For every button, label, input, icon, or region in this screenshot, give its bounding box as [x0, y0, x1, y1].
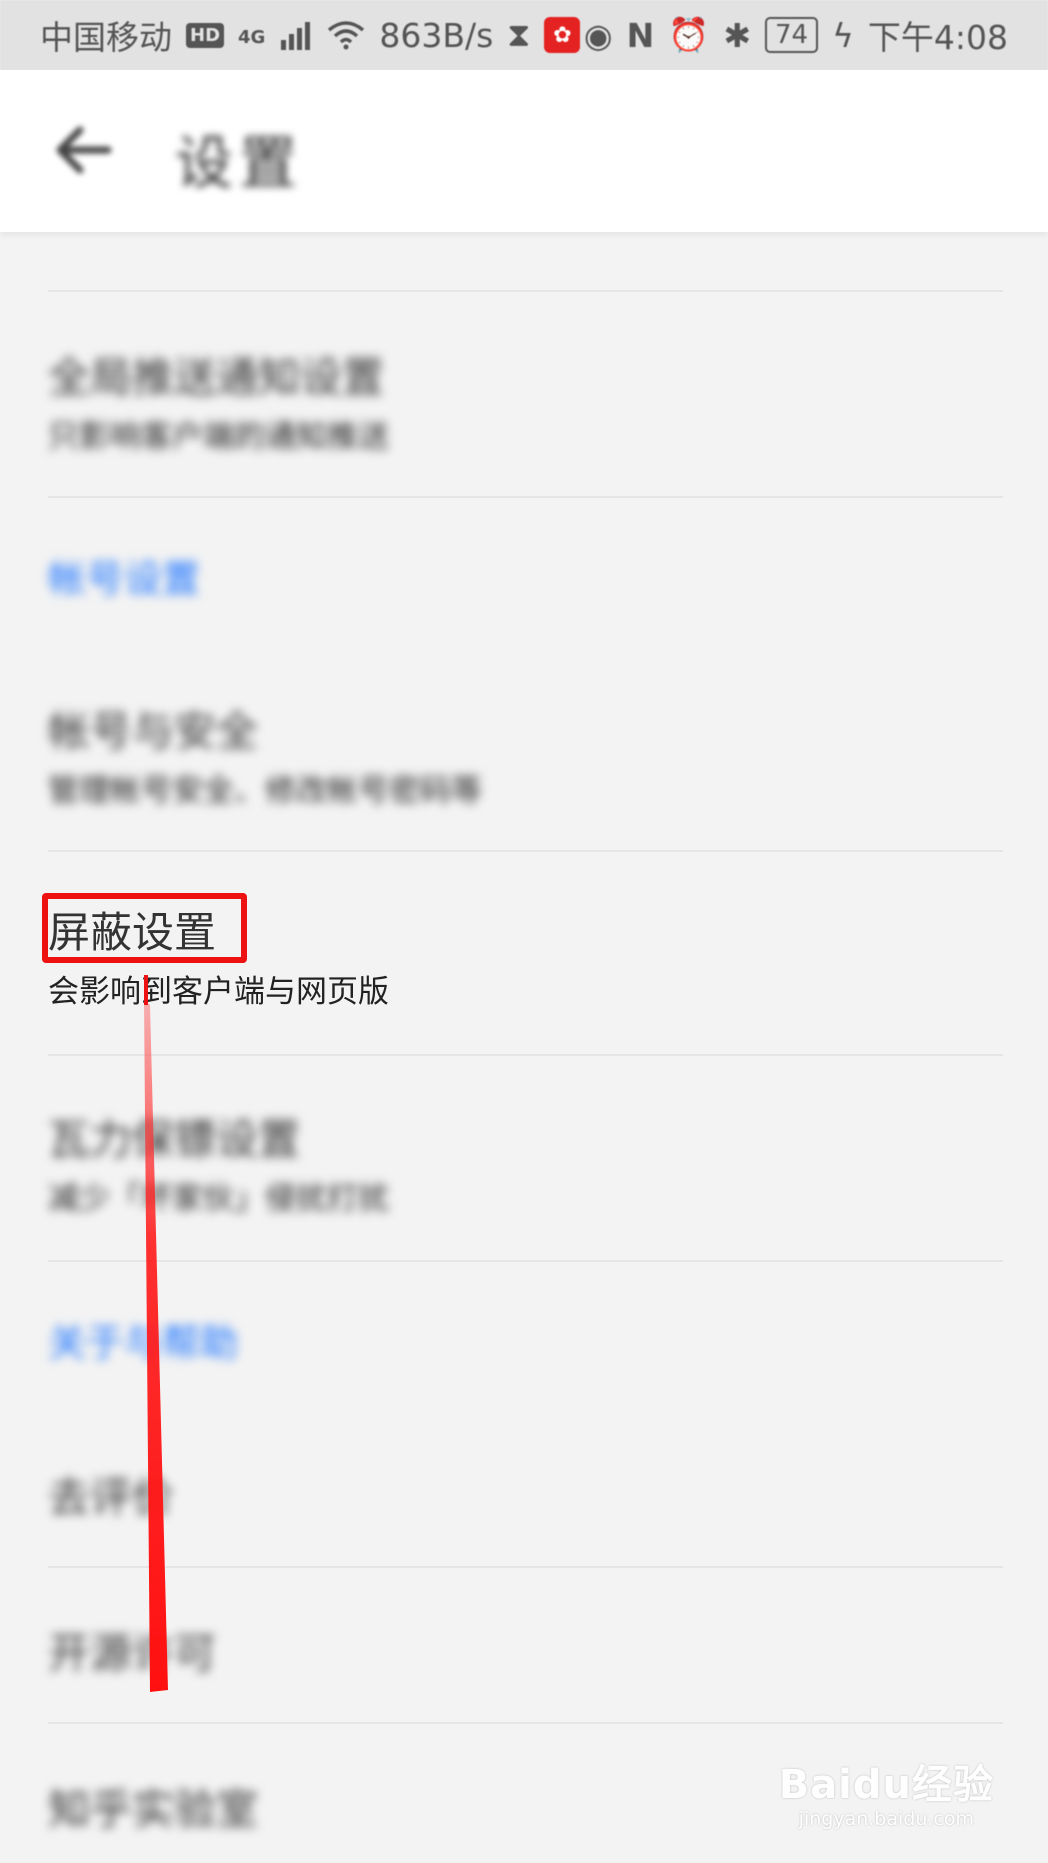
item-title: 去评价 — [48, 1473, 175, 1522]
network-speed: 863B/s — [379, 15, 494, 55]
divider — [48, 850, 1003, 852]
back-arrow-icon[interactable] — [48, 120, 118, 180]
item-title: 全局推送通知设置 — [48, 353, 385, 402]
watermark-url: jingyan.baidu.com — [798, 1808, 975, 1830]
item-title: 帐号与安全 — [48, 707, 259, 756]
divider — [48, 1260, 1003, 1262]
status-bar: 中国移动 HD 4G 863B/s ⧗ ✿ ◉ N ⏰ ✱ 74 ϟ 下午4:0… — [0, 0, 1048, 70]
item-subtitle: 只影响客户端的通知推送 — [48, 419, 389, 455]
status-left: 中国移动 HD 4G 863B/s ⧗ ✿ — [40, 11, 581, 59]
list-item-anti-harass[interactable]: 瓦力保镖设置 减少「坏家伙」侵扰打扰 — [48, 1106, 389, 1218]
list-item-rate[interactable]: 去评价 — [48, 1464, 174, 1525]
nfc-icon: N — [626, 15, 655, 55]
page-title: 设置 — [175, 129, 304, 197]
watermark-main: Baidu经验 — [778, 1762, 994, 1808]
baidu-watermark: Baidu经验 jingyan.baidu.com — [779, 1752, 994, 1830]
alarm-icon: ⏰ — [668, 15, 710, 54]
battery-level: 74 — [765, 17, 819, 53]
charging-icon: ϟ — [832, 15, 854, 55]
toolbar: 设置 — [0, 70, 1048, 232]
eye-icon: ◉ — [583, 15, 613, 55]
signal-icon — [281, 22, 311, 50]
carrier-label: 中国移动 — [40, 18, 172, 57]
section-header-account: 帐号设置 — [48, 557, 201, 601]
list-item-account-security[interactable]: 帐号与安全 管理帐号安全、修改帐号密码等 — [48, 698, 482, 810]
item-title: 开源许可 — [48, 1629, 217, 1678]
network-type: 4G — [238, 27, 266, 48]
divider — [48, 290, 1003, 292]
item-title: 知乎实验室 — [48, 1785, 259, 1834]
clock-time: 下午4:08 — [867, 18, 1008, 57]
wifi-icon — [328, 21, 365, 50]
hourglass-icon: ⧗ — [507, 15, 531, 54]
item-title: 瓦力保镖设置 — [48, 1115, 301, 1164]
section-header-about: 关于与帮助 — [48, 1321, 239, 1365]
item-subtitle: 会影响到客户端与网页版 — [48, 974, 389, 1010]
list-item-open-source[interactable]: 开源许可 — [48, 1620, 216, 1681]
highlight-annotation-box — [42, 893, 247, 963]
divider — [48, 1054, 1003, 1056]
app-notification-icon: ✿ — [544, 17, 581, 53]
item-subtitle: 减少「坏家伙」侵扰打扰 — [48, 1181, 389, 1217]
divider — [48, 1566, 1003, 1568]
divider — [48, 496, 1003, 498]
list-item-lab[interactable]: 知乎实验室 — [48, 1776, 258, 1837]
status-right: ◉ N ⏰ ✱ 74 ϟ 下午4:08 — [584, 11, 1008, 59]
bluetooth-icon: ✱ — [723, 15, 752, 55]
list-item-global-push[interactable]: 全局推送通知设置 只影响客户端的通知推送 — [48, 344, 389, 456]
hd-badge: HD — [186, 22, 225, 48]
item-subtitle: 管理帐号安全、修改帐号密码等 — [48, 773, 482, 809]
divider — [48, 1722, 1003, 1724]
